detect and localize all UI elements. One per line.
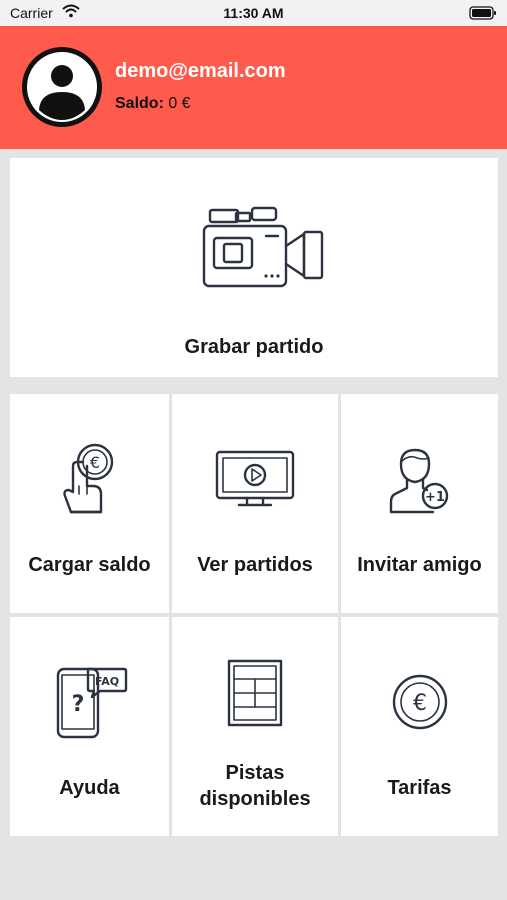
euro-coin-icon: € xyxy=(392,674,448,730)
plus-one-glyph: +1 xyxy=(425,490,445,505)
profile-header: demo@email.com Saldo: 0 € xyxy=(0,26,507,149)
load-balance-label: Cargar saldo xyxy=(28,554,151,576)
rates-tile[interactable]: € Tarifas xyxy=(341,617,498,836)
record-match-tile[interactable]: Grabar partido xyxy=(10,158,498,377)
video-camera-icon xyxy=(202,206,324,288)
battery-icon xyxy=(469,6,497,23)
record-match-label: Grabar partido xyxy=(184,336,324,358)
hand-coin-icon: € xyxy=(63,443,114,514)
invite-friend-label: Invitar amigo xyxy=(357,554,482,576)
watch-matches-label: Ver partidos xyxy=(197,554,313,576)
available-courts-tile[interactable]: Pistas disponibles xyxy=(172,617,338,836)
phone-faq-icon: ? FAQ xyxy=(56,667,128,739)
balance-label: Saldo: xyxy=(115,95,164,112)
invite-friend-tile[interactable]: +1 Invitar amigo xyxy=(341,394,498,613)
rates-label: Tarifas xyxy=(387,777,452,799)
tv-play-icon xyxy=(215,450,295,507)
user-email: demo@email.com xyxy=(115,60,286,82)
avatar[interactable] xyxy=(22,47,102,127)
faq-glyph: FAQ xyxy=(95,675,119,688)
available-courts-label-line1: Pistas xyxy=(225,762,285,784)
status-bar: Carrier 11:30 AM xyxy=(0,0,507,26)
user-avatar-icon xyxy=(22,47,102,127)
help-label: Ayuda xyxy=(59,777,120,799)
user-plus-one-icon: +1 xyxy=(389,448,449,514)
help-tile[interactable]: ? FAQ Ayuda xyxy=(10,617,169,836)
coin-glyph: € xyxy=(90,453,100,472)
euro-glyph: € xyxy=(413,691,427,716)
watch-matches-tile[interactable]: Ver partidos xyxy=(172,394,338,613)
balance: Saldo: 0 € xyxy=(115,95,191,113)
court-icon xyxy=(227,659,283,727)
balance-value: 0 € xyxy=(163,95,191,112)
question-mark-glyph: ? xyxy=(72,692,85,717)
available-courts-label-line2: disponibles xyxy=(199,788,311,810)
clock: 11:30 AM xyxy=(223,5,284,21)
load-balance-tile[interactable]: € Cargar saldo xyxy=(10,394,169,613)
